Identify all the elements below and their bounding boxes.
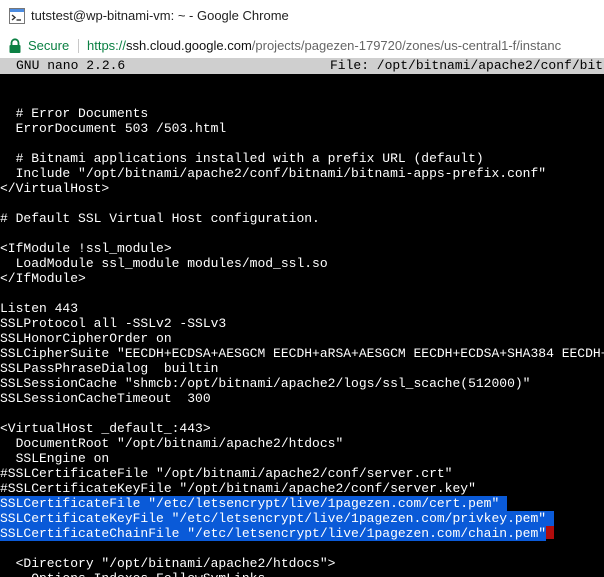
editor-line[interactable]: SSLCipherSuite "EECDH+ECDSA+AESGCM EECDH…: [0, 346, 604, 361]
editor-line[interactable]: [0, 286, 604, 301]
editor-line[interactable]: [0, 136, 604, 151]
editor-line-text: SSLHonorCipherOrder on: [0, 331, 172, 346]
editor-line[interactable]: <Directory "/opt/bitnami/apache2/htdocs"…: [0, 556, 604, 571]
editor-text-area[interactable]: # Error Documents ErrorDocument 503 /503…: [0, 76, 604, 577]
terminal-window[interactable]: GNU nano 2.2.6 File: /opt/bitnami/apache…: [0, 58, 604, 577]
address-divider: [78, 39, 79, 53]
editor-line-text: LoadModule ssl_module modules/mod_ssl.so: [0, 256, 328, 271]
url-path: /projects/pagezen-179720/zones/us-centra…: [251, 38, 562, 53]
editor-line-text: # Bitnami applications installed with a …: [0, 151, 484, 166]
editor-line-text: <IfModule !ssl_module>: [0, 241, 172, 256]
editor-line[interactable]: SSLCertificateFile "/etc/letsencrypt/liv…: [0, 496, 604, 511]
selected-line-text: SSLCertificateChainFile "/etc/letsencryp…: [0, 526, 547, 541]
selected-line-text: SSLCertificateFile "/etc/letsencrypt/liv…: [0, 496, 508, 511]
editor-line[interactable]: [0, 541, 604, 556]
text-cursor: [546, 526, 555, 539]
editor-line[interactable]: # Bitnami applications installed with a …: [0, 151, 604, 166]
editor-line-text: <VirtualHost _default_:443>: [0, 421, 211, 436]
editor-line[interactable]: #SSLCertificateFile "/opt/bitnami/apache…: [0, 466, 604, 481]
window-title: tutstest@wp-bitnami-vm: ~ - Google Chrom…: [31, 8, 289, 23]
editor-line-text: # Error Documents: [0, 106, 149, 121]
editor-line[interactable]: [0, 76, 604, 91]
editor-line[interactable]: LoadModule ssl_module modules/mod_ssl.so: [0, 256, 604, 271]
editor-line[interactable]: SSLProtocol all -SSLv2 -SSLv3: [0, 316, 604, 331]
editor-line[interactable]: <IfModule !ssl_module>: [0, 241, 604, 256]
url-protocol: https://: [87, 38, 127, 53]
address-bar[interactable]: Secure https://ssh.cloud.google.com/proj…: [0, 34, 604, 58]
lock-icon: [9, 38, 21, 53]
editor-line[interactable]: [0, 196, 604, 211]
editor-line-text: # Default SSL Virtual Host configuration…: [0, 211, 320, 226]
editor-line-text: ErrorDocument 503 /503.html: [0, 121, 227, 136]
editor-line-text: <Directory "/opt/bitnami/apache2/htdocs"…: [0, 556, 336, 571]
editor-line[interactable]: [0, 91, 604, 106]
editor-line[interactable]: Listen 443: [0, 301, 604, 316]
nano-version: GNU nano 2.2.6: [16, 58, 126, 73]
editor-line-text: SSLSessionCache "shmcb:/opt/bitnami/apac…: [0, 376, 531, 391]
editor-line[interactable]: </IfModule>: [0, 271, 604, 286]
editor-line[interactable]: <VirtualHost _default_:443>: [0, 421, 604, 436]
editor-line[interactable]: DocumentRoot "/opt/bitnami/apache2/htdoc…: [0, 436, 604, 451]
editor-line[interactable]: [0, 226, 604, 241]
editor-line[interactable]: </VirtualHost>: [0, 181, 604, 196]
editor-line[interactable]: SSLSessionCacheTimeout 300: [0, 391, 604, 406]
editor-line-text: #SSLCertificateFile "/opt/bitnami/apache…: [0, 466, 453, 481]
editor-line[interactable]: ErrorDocument 503 /503.html: [0, 121, 604, 136]
editor-line-text: </VirtualHost>: [0, 181, 110, 196]
selected-line-text: SSLCertificateKeyFile "/etc/letsencrypt/…: [0, 511, 554, 526]
editor-line[interactable]: SSLPassPhraseDialog builtin: [0, 361, 604, 376]
editor-line-text: SSLSessionCacheTimeout 300: [0, 391, 211, 406]
editor-line[interactable]: # Error Documents: [0, 106, 604, 121]
secure-label[interactable]: Secure: [28, 38, 69, 53]
editor-line-text: Include "/opt/bitnami/apache2/conf/bitna…: [0, 166, 547, 181]
window-titlebar: tutstest@wp-bitnami-vm: ~ - Google Chrom…: [0, 0, 604, 34]
editor-line-text: #SSLCertificateKeyFile "/opt/bitnami/apa…: [0, 481, 476, 496]
editor-line[interactable]: #SSLCertificateKeyFile "/opt/bitnami/apa…: [0, 481, 604, 496]
editor-line[interactable]: # Default SSL Virtual Host configuration…: [0, 211, 604, 226]
editor-line[interactable]: SSLSessionCache "shmcb:/opt/bitnami/apac…: [0, 376, 604, 391]
editor-line[interactable]: SSLEngine on: [0, 451, 604, 466]
editor-line-text: </IfModule>: [0, 271, 86, 286]
url-host: ssh.cloud.google.com: [126, 38, 252, 53]
editor-line-text: Listen 443: [0, 301, 79, 316]
terminal-app-icon: [9, 8, 25, 24]
editor-line[interactable]: [0, 406, 604, 421]
editor-line[interactable]: SSLCertificateKeyFile "/etc/letsencrypt/…: [0, 511, 604, 526]
editor-line[interactable]: Options Indexes FollowSymLinks: [0, 571, 604, 577]
editor-line[interactable]: Include "/opt/bitnami/apache2/conf/bitna…: [0, 166, 604, 181]
editor-line-text: SSLPassPhraseDialog builtin: [0, 361, 219, 376]
editor-line-text: DocumentRoot "/opt/bitnami/apache2/htdoc…: [0, 436, 344, 451]
nano-file-name: File: /opt/bitnami/apache2/conf/bitn: [330, 58, 604, 73]
editor-line[interactable]: SSLHonorCipherOrder on: [0, 331, 604, 346]
editor-line-text: Options Indexes FollowSymLinks: [0, 571, 265, 577]
nano-status-bar: GNU nano 2.2.6 File: /opt/bitnami/apache…: [0, 58, 604, 74]
editor-line[interactable]: SSLCertificateChainFile "/etc/letsencryp…: [0, 526, 604, 541]
editor-line-text: SSLEngine on: [0, 451, 110, 466]
url-text[interactable]: https://ssh.cloud.google.com/projects/pa…: [87, 38, 561, 53]
editor-line-text: SSLProtocol all -SSLv2 -SSLv3: [0, 316, 227, 331]
editor-line-text: SSLCipherSuite "EECDH+ECDSA+AESGCM EECDH…: [0, 346, 604, 361]
